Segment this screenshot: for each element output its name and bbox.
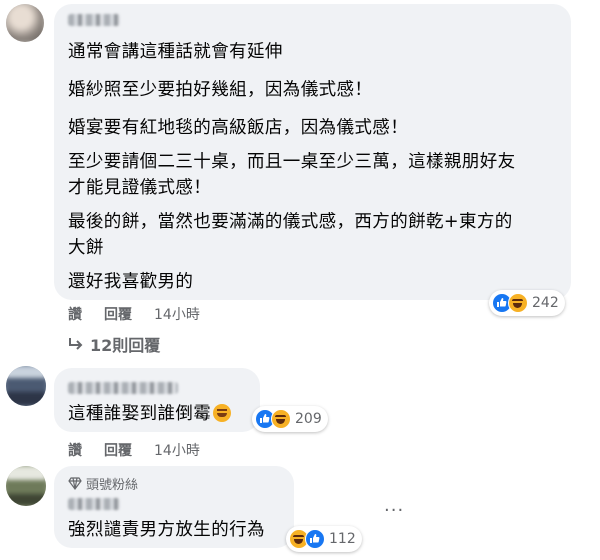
comment-line: 通常會講這種話就會有延伸 [68, 42, 283, 62]
like-reaction-icon [305, 529, 325, 549]
timestamp[interactable]: 14小時 [154, 440, 200, 460]
reaction-count: 242 [532, 295, 559, 311]
commenter-name[interactable] [68, 498, 120, 510]
like-button[interactable]: 讚 [68, 440, 82, 460]
timestamp[interactable]: 14小時 [154, 304, 200, 324]
avatar[interactable] [6, 366, 46, 406]
reaction-summary[interactable]: 112 [286, 526, 362, 552]
commenter-name[interactable] [68, 14, 120, 26]
comment-bubble: 頭號粉絲 強烈譴責男方放生的行為 [54, 466, 294, 548]
comment-line: 至少要請個二三十桌，而且一桌至少三萬，這樣親朋好友 [68, 152, 516, 172]
comment-line: 婚宴要有紅地毯的高級飯店，因為儀式感！ [68, 118, 409, 138]
haha-reaction-icon [271, 409, 291, 429]
badge-label: 頭號粉絲 [86, 478, 139, 493]
comment-line: 大餅 [68, 238, 104, 258]
reaction-summary[interactable]: 209 [252, 406, 328, 432]
more-options-button[interactable]: ··· [384, 500, 404, 521]
commenter-name[interactable] [68, 382, 178, 394]
avatar[interactable] [6, 4, 44, 42]
comment-actions: 讚 回覆 14小時 [68, 440, 200, 460]
view-replies-link[interactable]: 12則回覆 [68, 332, 160, 356]
reaction-summary[interactable]: 242 [489, 290, 565, 316]
comment-line: 還好我喜歡男的 [68, 272, 194, 292]
comment-bubble: 這種誰娶到誰倒霉 [54, 368, 260, 432]
haha-emoji-icon [213, 404, 232, 422]
comment-actions: 讚 回覆 14小時 [68, 304, 200, 324]
haha-reaction-icon [508, 293, 528, 313]
comment-text: 強烈譴責男方放生的行為 [68, 520, 265, 540]
comment-line: 才能見證儀式感！ [68, 178, 212, 198]
like-button[interactable]: 讚 [68, 304, 82, 324]
reaction-count: 209 [295, 411, 322, 427]
comment-line: 婚紗照至少要拍好幾組，因為儀式感！ [68, 80, 373, 100]
top-fan-badge[interactable]: 頭號粉絲 [68, 474, 138, 493]
reply-button[interactable]: 回覆 [104, 304, 132, 324]
reaction-count: 112 [329, 531, 356, 547]
comment-bubble: 通常會講這種話就會有延伸 婚紗照至少要拍好幾組，因為儀式感！ 婚宴要有紅地毯的高… [54, 4, 571, 300]
replies-count-label: 12則回覆 [90, 336, 161, 355]
comment-line: 最後的餅，當然也要滿滿的儀式感，西方的餅乾+東方的 [68, 212, 513, 232]
avatar[interactable] [6, 466, 46, 506]
comment-text: 這種誰娶到誰倒霉 [68, 400, 232, 428]
reply-button[interactable]: 回覆 [104, 440, 132, 460]
diamond-icon [68, 477, 82, 490]
reply-arrow-icon [69, 338, 83, 350]
